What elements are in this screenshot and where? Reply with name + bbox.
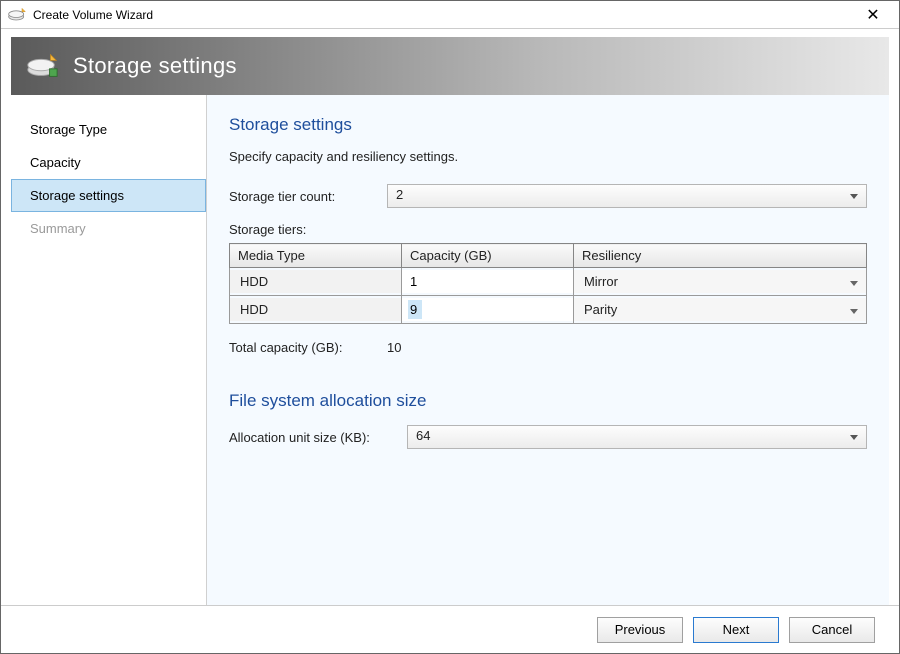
tier1-resiliency-select[interactable]: Parity [574, 298, 866, 321]
table-row: HDD Parity [230, 296, 867, 324]
tier1-media: HDD [230, 298, 401, 321]
close-icon[interactable]: ✕ [853, 5, 893, 25]
next-button[interactable]: Next [693, 617, 779, 643]
section-heading-storage: Storage settings [229, 115, 867, 135]
table-row: HDD Mirror [230, 268, 867, 296]
sidebar-item-capacity[interactable]: Capacity [11, 146, 206, 179]
total-capacity-label: Total capacity (GB): [229, 340, 387, 355]
window-title: Create Volume Wizard [33, 8, 853, 22]
sidebar-item-storage-type[interactable]: Storage Type [11, 113, 206, 146]
wizard-window: Create Volume Wizard ✕ Storage settings … [0, 0, 900, 654]
wizard-sidebar: Storage Type Capacity Storage settings S… [11, 95, 207, 605]
col-media-type: Media Type [230, 244, 402, 268]
allocation-value: 64 [416, 428, 430, 443]
tier0-resiliency-select[interactable]: Mirror [574, 270, 866, 293]
wizard-body: Storage Type Capacity Storage settings S… [11, 95, 889, 605]
tier-count-select[interactable]: 2 [387, 184, 867, 208]
titlebar: Create Volume Wizard ✕ [1, 1, 899, 29]
sidebar-item-summary: Summary [11, 212, 206, 245]
tier0-media: HDD [230, 270, 401, 293]
cancel-button[interactable]: Cancel [789, 617, 875, 643]
sidebar-item-storage-settings[interactable]: Storage settings [11, 179, 206, 212]
wizard-footer: Previous Next Cancel [1, 605, 899, 653]
tier-count-value: 2 [396, 187, 403, 202]
header-banner: Storage settings [11, 37, 889, 95]
col-capacity: Capacity (GB) [401, 244, 573, 268]
col-resiliency: Resiliency [573, 244, 866, 268]
previous-button[interactable]: Previous [597, 617, 683, 643]
tier-count-label: Storage tier count: [229, 189, 387, 204]
storage-icon [25, 52, 59, 80]
total-capacity-value: 10 [387, 340, 401, 355]
main-panel: Storage settings Specify capacity and re… [207, 95, 889, 605]
volume-wizard-icon [7, 6, 27, 24]
storage-tiers-table: Media Type Capacity (GB) Resiliency HDD … [229, 243, 867, 324]
allocation-select[interactable]: 64 [407, 425, 867, 449]
tiers-label: Storage tiers: [229, 222, 867, 237]
section-description: Specify capacity and resiliency settings… [229, 149, 867, 164]
tier1-capacity-input[interactable] [408, 300, 422, 319]
section-heading-allocation: File system allocation size [229, 391, 867, 411]
banner-title: Storage settings [73, 53, 237, 79]
tier0-capacity-input[interactable] [408, 272, 567, 291]
allocation-label: Allocation unit size (KB): [229, 430, 407, 445]
